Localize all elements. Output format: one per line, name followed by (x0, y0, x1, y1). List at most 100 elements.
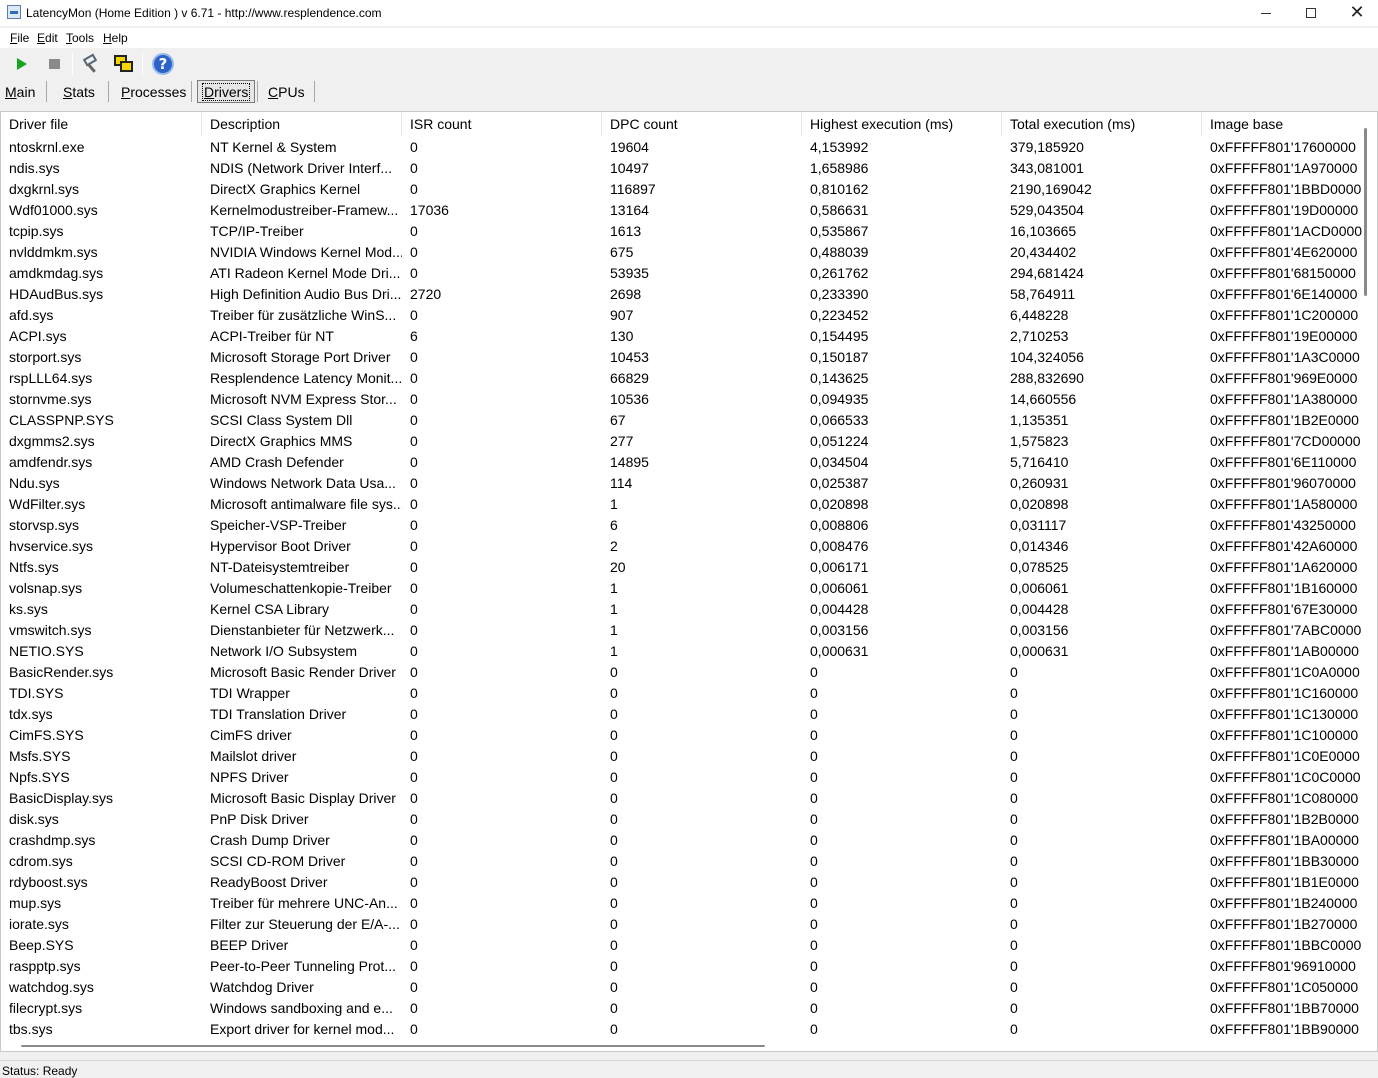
cell-total-execution: 2,710253 (1010, 328, 1069, 344)
table-row[interactable]: CLASSPNP.SYS SCSI Class System Dll 0 67 0,06… (1, 410, 1361, 431)
table-row[interactable]: raspptp.sys Peer-to-Peer Tunneling Prot..… (1, 956, 1361, 977)
status-text: Status: Ready (2, 1064, 78, 1078)
cell-isr-count: 0 (410, 1000, 418, 1016)
cell-isr-count: 0 (410, 622, 418, 638)
cell-isr-count: 0 (410, 559, 418, 575)
table-row[interactable]: watchdog.sys Watchdog Driver 0 0 0 0 0xFFFFF80… (1, 977, 1361, 998)
cell-isr-count: 0 (410, 853, 418, 869)
cell-dpc-count: 10497 (610, 160, 649, 176)
cell-driver-file: tcpip.sys (9, 223, 64, 239)
horizontal-scroll-thumb[interactable] (21, 1045, 765, 1047)
table-row[interactable]: mup.sys Treiber für mehrere UNC-An... 0 0 0 0… (1, 893, 1361, 914)
table-row[interactable]: ACPI.sys ACPI-Treiber für NT 6 130 0,154495 2… (1, 326, 1361, 347)
table-row[interactable]: amdkmdag.sys ATI Radeon Kernel Mode Dri..… (1, 263, 1361, 284)
menu-tools[interactable]: Tools (66, 31, 94, 45)
table-row[interactable]: iorate.sys Filter zur Steuerung der E/A-.… (1, 914, 1361, 935)
table-row[interactable]: ntoskrnl.exe NT Kernel & System 0 19604 4,15… (1, 137, 1361, 158)
drivers-list[interactable]: Driver file Description ISR count DPC co… (0, 111, 1378, 1052)
tools-button[interactable] (80, 52, 104, 76)
menu-help[interactable]: Help (103, 31, 128, 45)
table-row[interactable]: Npfs.SYS NPFS Driver 0 0 0 0 0xFFFFF801'1C0C00… (1, 767, 1361, 788)
horizontal-scrollbar[interactable] (1, 1038, 1377, 1050)
cell-isr-count: 0 (410, 412, 418, 428)
tab-main[interactable]: Main (5, 79, 35, 104)
table-row[interactable]: CimFS.SYS CimFS driver 0 0 0 0 0xFFFFF801'1C10… (1, 725, 1361, 746)
close-button[interactable]: ✕ (1334, 0, 1378, 26)
table-row[interactable]: rdyboost.sys ReadyBoost Driver 0 0 0 0 0xFFFFF… (1, 872, 1361, 893)
cell-description: Speicher-VSP-Treiber (210, 517, 347, 533)
vertical-scrollbar[interactable] (1362, 128, 1376, 1038)
col-driver-file[interactable]: Driver file (1, 112, 202, 136)
tab-cpus[interactable]: C PUs (268, 79, 305, 104)
maximize-button[interactable] (1288, 0, 1334, 26)
table-row[interactable]: vmswitch.sys Dienstanbieter für Netzwerk.… (1, 620, 1361, 641)
table-row[interactable]: amdfendr.sys AMD Crash Defender 0 14895 0,03… (1, 452, 1361, 473)
table-row[interactable]: disk.sys PnP Disk Driver 0 0 0 0 0xFFFFF801'1B… (1, 809, 1361, 830)
cell-driver-file: Ndu.sys (9, 475, 60, 491)
table-row[interactable]: NETIO.SYS Network I/O Subsystem 0 1 0,000631… (1, 641, 1361, 662)
menu-file[interactable]: File (10, 31, 29, 45)
table-row[interactable]: Msfs.SYS Mailslot driver 0 0 0 0 0xFFFFF801'1C… (1, 746, 1361, 767)
table-row[interactable]: BasicRender.sys Microsoft Basic Render Dr… (1, 662, 1361, 683)
cell-highest-execution: 0,150187 (810, 349, 869, 365)
table-row[interactable]: filecrypt.sys Windows sandboxing and e...… (1, 998, 1361, 1019)
table-row[interactable]: TDI.SYS TDI Wrapper 0 0 0 0 0xFFFFF801'1C16000… (1, 683, 1361, 704)
table-row[interactable]: hvservice.sys Hypervisor Boot Driver 0 2 0,0… (1, 536, 1361, 557)
menu-edit[interactable]: Edit (37, 31, 58, 45)
col-total-execution[interactable]: Total execution (ms) (1002, 112, 1202, 136)
table-row[interactable]: afd.sys Treiber für zusätzliche WinS... 0 9… (1, 305, 1361, 326)
table-row[interactable]: BasicDisplay.sys Microsoft Basic Display … (1, 788, 1361, 809)
cell-highest-execution: 0,066533 (810, 412, 869, 428)
tab-stats[interactable]: Stats (63, 79, 95, 104)
table-row[interactable]: Ndu.sys Windows Network Data Usa... 0 114 0,… (1, 473, 1361, 494)
table-row[interactable]: WdFilter.sys Microsoft antimalware file s… (1, 494, 1361, 515)
windows-button[interactable] (112, 52, 136, 76)
table-row[interactable]: storvsp.sys Speicher-VSP-Treiber 0 6 0,00880… (1, 515, 1361, 536)
table-row[interactable]: ndis.sys NDIS (Network Driver Interf... 0 1… (1, 158, 1361, 179)
col-description[interactable]: Description (202, 112, 402, 136)
cell-image-base: 0xFFFFF801'96910000 (1210, 958, 1356, 974)
start-button[interactable] (10, 52, 34, 76)
cell-highest-execution: 0 (810, 685, 818, 701)
stop-button[interactable] (42, 52, 66, 76)
tab-drivers[interactable]: Drivers (197, 80, 256, 103)
table-row[interactable]: tdx.sys TDI Translation Driver 0 0 0 0 0xFFFFF… (1, 704, 1361, 725)
tab-processes[interactable]: Processes (121, 79, 186, 104)
cell-total-execution: 2190,169042 (1010, 181, 1092, 197)
help-icon: ? (152, 53, 174, 75)
table-row[interactable]: cdrom.sys SCSI CD-ROM Driver 0 0 0 0 0xFFFFF80… (1, 851, 1361, 872)
table-row[interactable]: stornvme.sys Microsoft NVM Express Stor..… (1, 389, 1361, 410)
table-row[interactable]: dxgkrnl.sys DirectX Graphics Kernel 0 11689… (1, 179, 1361, 200)
minimize-button[interactable] (1243, 0, 1289, 26)
table-row[interactable]: dxgmms2.sys DirectX Graphics MMS 0 277 0,051… (1, 431, 1361, 452)
table-row[interactable]: storport.sys Microsoft Storage Port Drive… (1, 347, 1361, 368)
col-isr-count[interactable]: ISR count (402, 112, 602, 136)
table-row[interactable]: volsnap.sys Volumeschattenkopie-Treiber 0 1… (1, 578, 1361, 599)
vertical-scroll-thumb[interactable] (1364, 128, 1367, 296)
cell-total-execution: 0 (1010, 790, 1018, 806)
table-row[interactable]: Wdf01000.sys Kernelmodustreiber-Framew...… (1, 200, 1361, 221)
table-row[interactable]: rspLLL64.sys Resplendence Latency Monit..… (1, 368, 1361, 389)
col-dpc-count[interactable]: DPC count (602, 112, 802, 136)
cell-isr-count: 0 (410, 517, 418, 533)
table-row[interactable]: crashdmp.sys Crash Dump Driver 0 0 0 0 0xFFFFF… (1, 830, 1361, 851)
table-row[interactable]: tbs.sys Export driver for kernel mod... 0 0… (1, 1019, 1361, 1040)
table-row[interactable]: ks.sys Kernel CSA Library 0 1 0,004428 0,0044… (1, 599, 1361, 620)
cell-driver-file: cdrom.sys (9, 853, 73, 869)
table-row[interactable]: Ntfs.sys NT-Dateisystemtreiber 0 20 0,006171… (1, 557, 1361, 578)
col-highest-execution[interactable]: Highest execution (ms) (802, 112, 1002, 136)
help-button[interactable]: ? (151, 52, 175, 76)
col-image-base[interactable]: Image base (1202, 112, 1377, 136)
cell-highest-execution: 0,034504 (810, 454, 869, 470)
table-row[interactable]: nvlddmkm.sys NVIDIA Windows Kernel Mod...… (1, 242, 1361, 263)
cell-dpc-count: 0 (610, 937, 618, 953)
cell-total-execution: 0 (1010, 769, 1018, 785)
cell-description: Treiber für mehrere UNC-An... (210, 895, 398, 911)
table-row[interactable]: Beep.SYS BEEP Driver 0 0 0 0 0xFFFFF801'1BBC00… (1, 935, 1361, 956)
table-row[interactable]: HDAudBus.sys High Definition Audio Bus Dr… (1, 284, 1361, 305)
cell-isr-count: 0 (410, 433, 418, 449)
cell-dpc-count: 19604 (610, 139, 649, 155)
table-row[interactable]: tcpip.sys TCP/IP-Treiber 0 1613 0,535867 16,1… (1, 221, 1362, 242)
cell-total-execution: 0 (1010, 895, 1018, 911)
cell-dpc-count: 0 (610, 727, 618, 743)
